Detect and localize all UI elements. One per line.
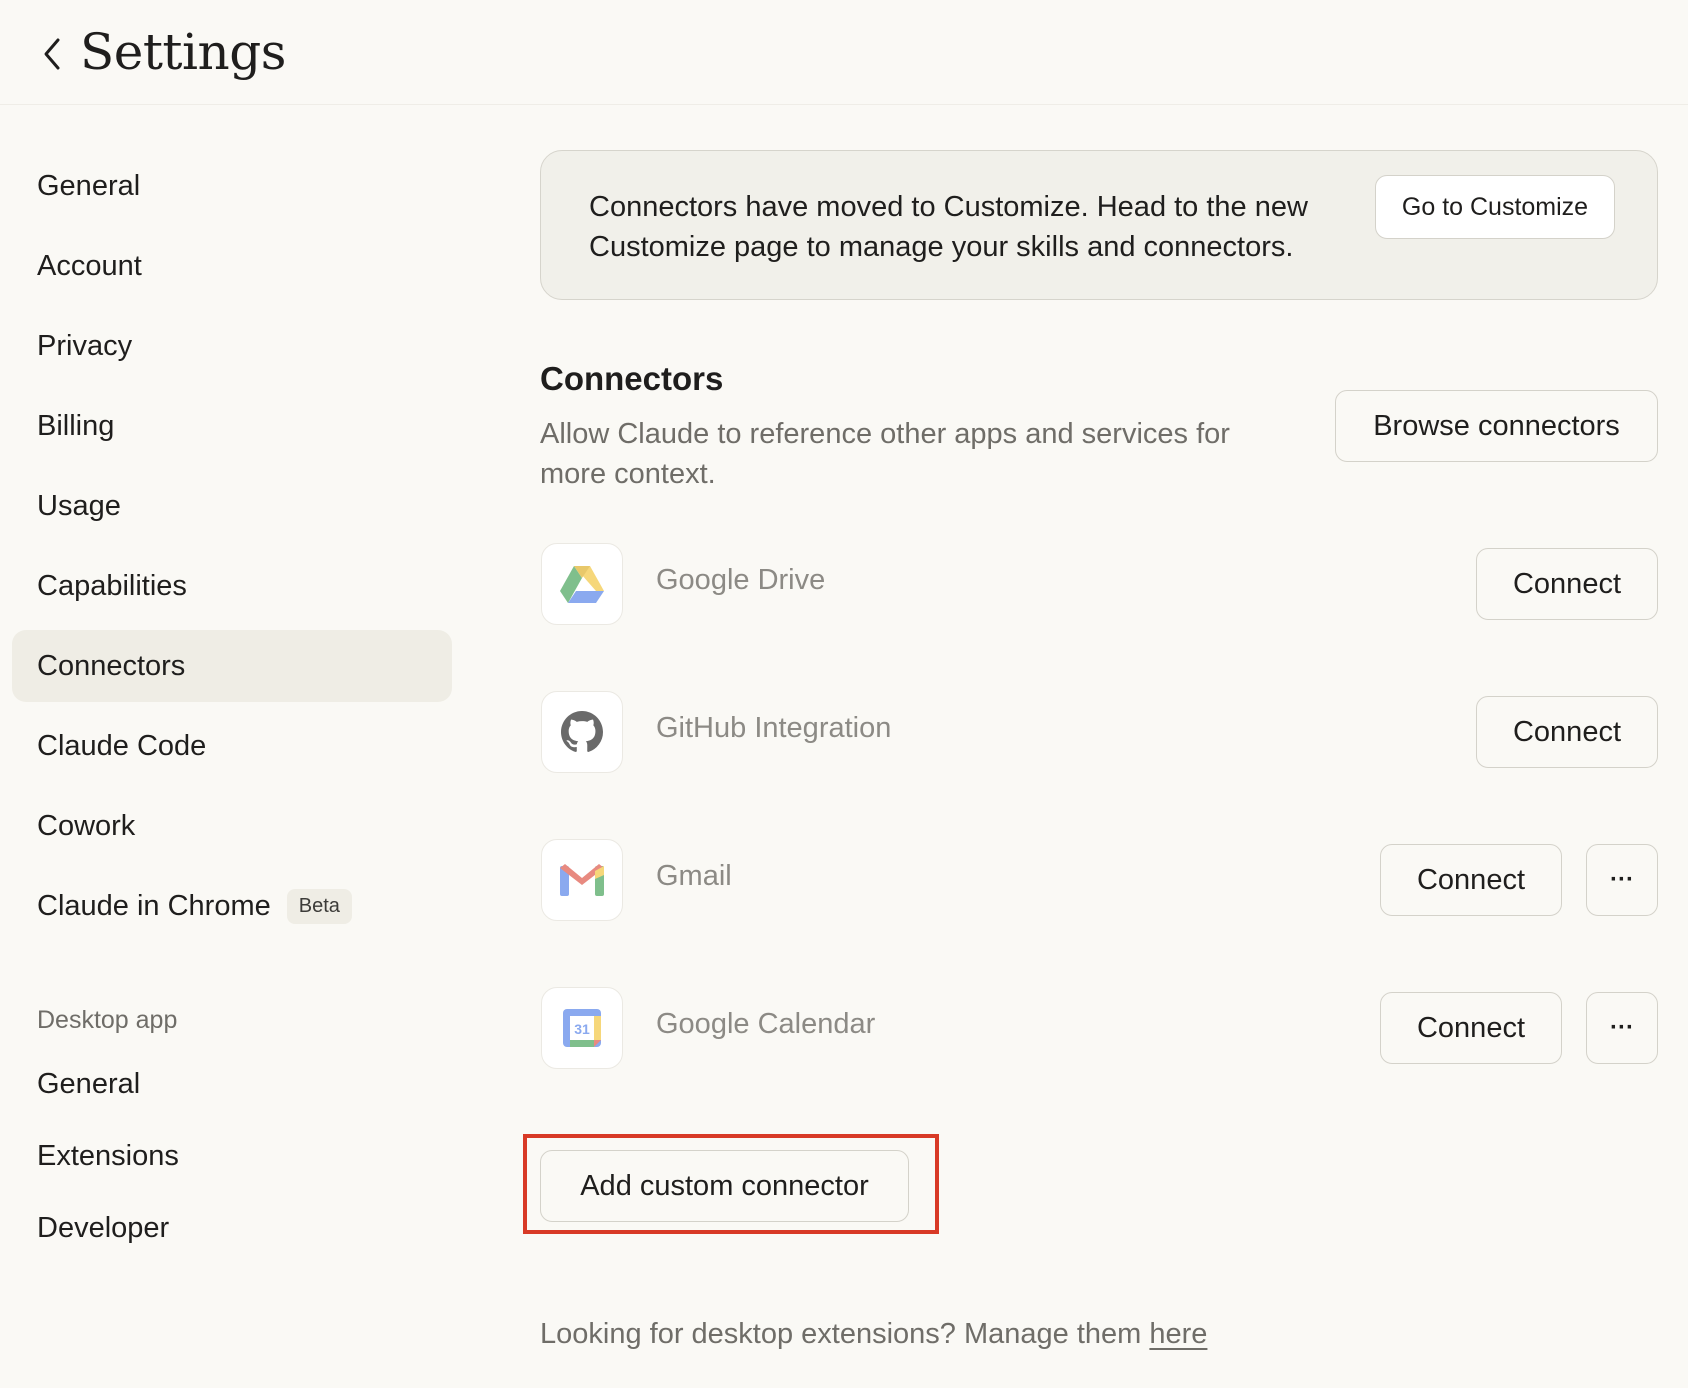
desktop-app-section-label: Desktop app (37, 1006, 178, 1034)
connect-label: Connect (1512, 567, 1621, 600)
svg-text:31: 31 (574, 1021, 590, 1037)
beta-badge: Beta (286, 888, 352, 924)
sidebar-item-privacy[interactable]: Privacy (12, 310, 452, 382)
sidebar-item-label: Privacy (37, 329, 133, 362)
back-button[interactable] (36, 32, 68, 76)
sidebar-item-label: General (37, 169, 141, 202)
browse-connectors-label: Browse connectors (1373, 409, 1620, 442)
chevron-left-icon (44, 38, 60, 70)
go-to-customize-label: Go to Customize (1401, 192, 1589, 221)
sidebar-item-label: Account (37, 249, 142, 282)
connect-google-drive-button[interactable]: Connect (1476, 548, 1658, 620)
go-to-customize-button[interactable]: Go to Customize (1375, 175, 1615, 239)
connect-gmail-button[interactable]: Connect (1380, 844, 1562, 916)
google-calendar-icon: 31 (541, 987, 623, 1069)
github-icon (541, 691, 623, 773)
sidebar-item-developer[interactable]: Developer (12, 1192, 452, 1264)
sidebar-item-billing[interactable]: Billing (12, 390, 452, 462)
footer-text: Looking for desktop extensions? Manage t… (540, 1318, 1150, 1350)
add-custom-connector-label: Add custom connector (580, 1169, 869, 1202)
gmail-icon (541, 839, 623, 921)
connect-github-button[interactable]: Connect (1476, 696, 1658, 768)
google-calendar-more-options-button[interactable]: ··· (1586, 992, 1658, 1064)
sidebar-item-label: General (37, 1067, 141, 1100)
gmail-more-options-button[interactable]: ··· (1586, 844, 1658, 916)
notice-text: Connectors have moved to Customize. Head… (589, 191, 1308, 263)
sidebar-item-claude-code[interactable]: Claude Code (12, 710, 452, 782)
add-custom-connector-button[interactable]: Add custom connector (540, 1150, 909, 1222)
page-title: Settings (80, 23, 286, 81)
sidebar-item-claude-in-chrome[interactable]: Claude in Chrome Beta (12, 870, 452, 942)
sidebar-item-label: Capabilities (37, 569, 187, 602)
connect-label: Connect (1416, 1011, 1525, 1044)
connector-name: GitHub Integration (656, 712, 892, 744)
google-calendar-logo: 31 (563, 1009, 601, 1047)
sidebar-item-label: Billing (37, 409, 115, 442)
sidebar-item-label: Usage (37, 489, 121, 522)
sidebar-item-label: Developer (37, 1211, 170, 1244)
connect-label: Connect (1512, 715, 1621, 748)
sidebar-item-account[interactable]: Account (12, 230, 452, 302)
connectors-section-title: Connectors (540, 360, 724, 397)
sidebar-item-extensions[interactable]: Extensions (12, 1120, 452, 1192)
sidebar-item-usage[interactable]: Usage (12, 470, 452, 542)
google-drive-logo (560, 566, 604, 603)
sidebar-item-label: Connectors (37, 649, 186, 682)
sidebar-item-capabilities[interactable]: Capabilities (12, 550, 452, 622)
more-options-icon: ··· (1610, 866, 1634, 893)
connect-label: Connect (1416, 863, 1525, 896)
github-logo (561, 711, 603, 752)
connector-name: Google Drive (656, 564, 826, 596)
sidebar-item-connectors[interactable]: Connectors (12, 630, 452, 702)
customize-notice-banner: Connectors have moved to Customize. Head… (540, 150, 1658, 300)
manage-extensions-link[interactable]: here (1149, 1318, 1207, 1350)
sidebar-item-label: Cowork (37, 809, 136, 842)
sidebar-item-label: Claude Code (37, 729, 207, 762)
sidebar-item-label: Claude in Chrome (37, 889, 271, 922)
page-header: Settings (0, 0, 1688, 105)
connectors-section-description: Allow Claude to reference other apps and… (540, 418, 1230, 490)
connector-name: Gmail (656, 860, 732, 892)
connector-name: Google Calendar (656, 1008, 876, 1040)
google-drive-icon (541, 543, 623, 625)
sidebar-item-cowork[interactable]: Cowork (12, 790, 452, 862)
more-options-icon: ··· (1610, 1014, 1634, 1041)
connect-google-calendar-button[interactable]: Connect (1380, 992, 1562, 1064)
desktop-extensions-footer: Looking for desktop extensions? Manage t… (540, 1318, 1207, 1351)
sidebar-item-desktop-general[interactable]: General (12, 1048, 452, 1120)
gmail-logo (560, 864, 604, 896)
sidebar-item-label: Extensions (37, 1139, 179, 1172)
sidebar-item-general[interactable]: General (12, 150, 452, 222)
browse-connectors-button[interactable]: Browse connectors (1335, 390, 1658, 462)
